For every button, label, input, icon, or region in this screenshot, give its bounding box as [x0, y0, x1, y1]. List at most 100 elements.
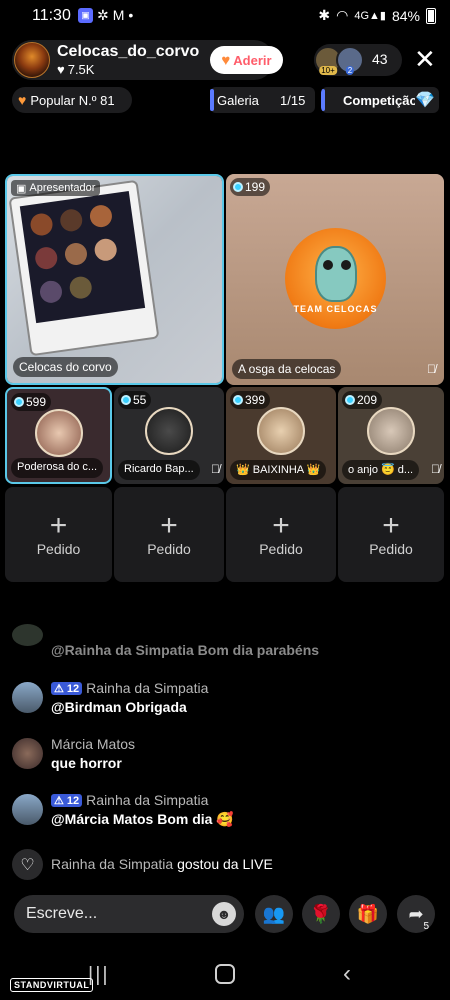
guest-avatar [367, 407, 415, 455]
chat-message[interactable]: Márcia Matos que horror [12, 736, 432, 776]
guests-icon[interactable]: 👥 [255, 895, 293, 933]
presenter-label: Apresentador [29, 182, 96, 194]
request-slot[interactable]: + Pedido [226, 487, 336, 582]
comment-box[interactable]: ☻ [14, 895, 244, 933]
chat-username: ⚠ 12 Rainha da Simpatia [51, 680, 208, 696]
guest-name-label: Ricardo Bap... [118, 460, 200, 480]
host-likes-count: 7.5K [67, 62, 95, 77]
mini-avatar [38, 279, 64, 305]
request-slot[interactable]: + Pedido [338, 487, 444, 582]
plus-icon: + [49, 509, 68, 542]
guest-tile[interactable]: 209 o anjo 😇 d... 🎙̸ [338, 387, 444, 484]
wifi-icon: ◠ [336, 7, 349, 23]
host-info-pill[interactable]: Celocas_do_corvo ♥ 7.5K ♥ Aderir [12, 40, 283, 80]
camera-feed [7, 176, 222, 383]
guest-tile[interactable]: 599 Poderosa do c... [5, 387, 112, 484]
plus-icon: + [160, 509, 178, 542]
gift-count-badge: 55 [118, 391, 152, 409]
gift-icon[interactable]: 🎁 [349, 895, 387, 933]
competition-label: Competição [343, 93, 415, 108]
level-number: 12 [66, 794, 80, 807]
chat-message[interactable]: ⚠ 12 Rainha da Simpatia @Birdman Obrigad… [12, 680, 432, 720]
viewers-pill[interactable]: 10+ 2 43 [314, 44, 402, 76]
gift-count-badge: 209 [342, 391, 383, 409]
gift-count: 199 [245, 180, 266, 194]
mini-avatar [68, 275, 94, 301]
top-viewer-avatar[interactable]: 2 [336, 46, 364, 75]
chat-username: ⚠ 12 Rainha da Simpatia [51, 792, 208, 808]
viewer-count: 43 [372, 51, 388, 67]
level-badge: ⚠ 12 [51, 681, 83, 695]
mini-avatar [63, 241, 89, 267]
battery-percent: 84% [391, 7, 420, 24]
chat-username-text: Rainha da Simpatia [86, 792, 209, 808]
chat-username: Márcia Matos [51, 736, 136, 752]
status-notification-icons: ▣ ✲ M • [78, 8, 133, 23]
mic-off-icon: 🎙̸ [431, 462, 440, 476]
chat-avatar[interactable] [12, 682, 43, 713]
popular-label: Popular N.º 81 [30, 92, 115, 108]
chat-text: @Rainha da Simpatia Bom dia parabéns [51, 642, 320, 658]
host-likes: ♥ 7.5K [57, 62, 94, 77]
gift-count-badge: 599 [11, 393, 52, 411]
chat-avatar[interactable] [12, 794, 43, 825]
level-badge: ⚠ 12 [51, 793, 83, 807]
comment-input[interactable] [26, 903, 206, 925]
like-action-text: gostou da LIVE [177, 856, 273, 872]
viewer-rank-badge: 2 [345, 66, 355, 75]
competition-accent-bar [321, 89, 325, 111]
presenter-tag: ▣ Apresentador [11, 180, 101, 196]
host-avatar[interactable] [14, 42, 50, 78]
popular-rank-button[interactable]: ♥ Popular N.º 81 [12, 87, 132, 113]
viewer-rank-badge: 10+ [319, 66, 337, 75]
team-logo-text: TEAM CELOCAS [293, 304, 378, 314]
mic-off-icon: 🎙̸ [427, 362, 436, 376]
competition-banner[interactable]: Competição 💎 [321, 87, 439, 113]
guest-tile[interactable]: TEAM CELOCAS 199 A osga da celocas 🎙̸ [226, 174, 444, 385]
like-message: Rainha da Simpatia gostou da LIVE [51, 856, 273, 872]
close-icon[interactable]: ✕ [414, 46, 436, 72]
diamond-icon [14, 397, 24, 407]
phone-in-camera [8, 179, 160, 357]
back-icon[interactable]: ‹ [343, 960, 351, 988]
heart-icon: ♥ [57, 62, 65, 77]
guest-name-label: Poderosa do c... [11, 458, 104, 478]
mini-avatar [33, 245, 59, 271]
host-name: Celocas_do_corvo [57, 43, 200, 60]
follow-label: Aderir [233, 52, 272, 68]
dot-icon: • [128, 7, 134, 23]
team-logo: TEAM CELOCAS [285, 228, 386, 329]
chat-text: @Birdman Obrigada [51, 699, 187, 715]
gallery-label: Galeria [217, 93, 259, 108]
request-slot[interactable]: + Pedido [114, 487, 224, 582]
share-count: 5 [423, 921, 429, 932]
guest-name-label: 👑 BAIXINHA 👑 [230, 460, 327, 480]
plus-icon: + [382, 509, 400, 542]
phone-screen [19, 191, 146, 324]
chat-text: que horror [51, 755, 122, 771]
diamond-icon [233, 395, 243, 405]
diamond-icon [233, 182, 243, 192]
heart-plus-icon: ♥ [221, 51, 231, 69]
request-slot[interactable]: + Pedido [5, 487, 112, 582]
chat-message[interactable]: @Rainha da Simpatia Bom dia parabéns [12, 624, 432, 660]
share-icon[interactable]: ➦ 5 [397, 895, 435, 933]
chat-avatar[interactable] [12, 738, 43, 769]
status-system-icons: ✱ ◠ 4G▲▮ 84% [318, 7, 436, 24]
guest-tile[interactable]: 55 Ricardo Bap... 🎙̸ [114, 387, 224, 484]
emoji-icon[interactable]: ☻ [212, 902, 236, 926]
chat-avatar[interactable] [12, 624, 43, 646]
guest-tile[interactable]: 399 👑 BAIXINHA 👑 [226, 387, 336, 484]
gecko-eye [323, 260, 333, 270]
heart-outline-icon: ♡ [12, 849, 43, 880]
guest-name-label: A osga da celocas [232, 359, 342, 379]
plus-icon: + [272, 509, 290, 542]
rose-icon[interactable]: 🌹 [302, 895, 340, 933]
home-icon[interactable] [215, 964, 235, 984]
chat-message[interactable]: ⚠ 12 Rainha da Simpatia @Márcia Matos Bo… [12, 792, 432, 832]
gecko-mascot [315, 246, 357, 302]
follow-button[interactable]: ♥ Aderir [210, 46, 283, 74]
status-bar: 11:30 ▣ ✲ M • ✱ ◠ 4G▲▮ 84% [0, 0, 450, 32]
guest-tile-presenter[interactable]: ▣ Apresentador Celocas do corvo [5, 174, 224, 385]
gift-count: 399 [245, 393, 266, 407]
